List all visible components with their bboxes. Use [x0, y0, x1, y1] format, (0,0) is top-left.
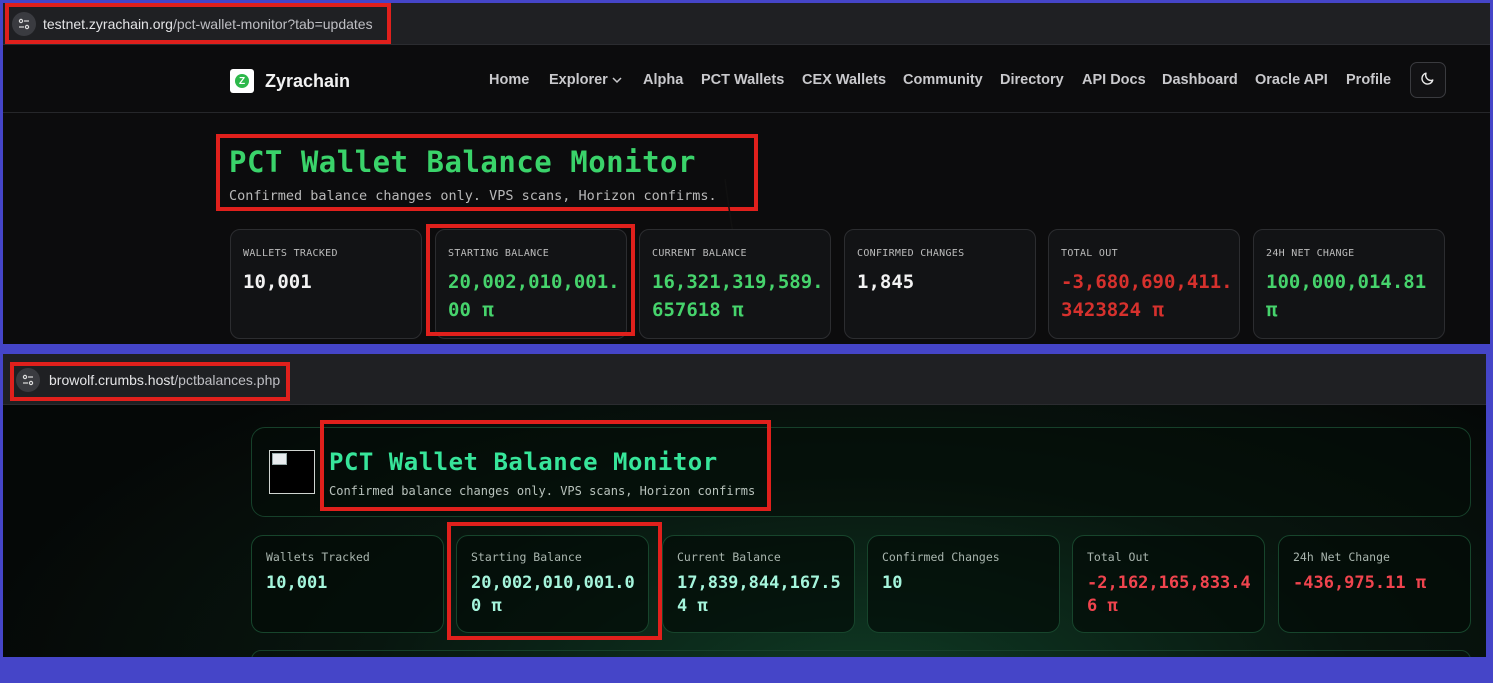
- nav-community[interactable]: Community: [903, 70, 983, 90]
- stat-card-wallets-tracked: Wallets Tracked 10,001: [251, 535, 444, 633]
- next-section-card: [251, 650, 1471, 657]
- stat-value: 10,001: [243, 271, 312, 293]
- stat-card-current-balance: CURRENT BALANCE 16,321,319,589.657618 π: [639, 229, 831, 339]
- stat-label: WALLETS TRACKED: [243, 248, 338, 259]
- nav-cex-wallets[interactable]: CEX Wallets: [802, 70, 886, 90]
- nav-home[interactable]: Home: [489, 70, 529, 90]
- title-highlight-box: [216, 134, 758, 211]
- nav-oracle-api[interactable]: Oracle API: [1255, 70, 1328, 90]
- stat-label: CONFIRMED CHANGES: [857, 248, 965, 259]
- stat-label: Total Out: [1087, 550, 1150, 564]
- nav-alpha[interactable]: Alpha: [643, 70, 683, 90]
- nav-explorer-label: Explorer: [549, 72, 608, 88]
- stat-label: 24h Net Change: [1293, 550, 1390, 564]
- stat-value: -2,162,165,833.46 π: [1087, 573, 1251, 616]
- nav-explorer[interactable]: Explorer: [549, 70, 622, 90]
- chevron-down-icon: [612, 72, 622, 88]
- stat-value: -436,975.11 π: [1293, 573, 1427, 593]
- url-highlight-box: [10, 362, 290, 401]
- nav-directory[interactable]: Directory: [1000, 70, 1064, 90]
- stat-value: 100,000,014.81 π: [1266, 271, 1427, 321]
- stat-card-wallets-tracked: WALLETS TRACKED 10,001: [230, 229, 422, 339]
- stat-value: -3,680,690,411.3423824 π: [1061, 271, 1233, 321]
- brand-name[interactable]: Zyrachain: [265, 69, 350, 93]
- nav-profile[interactable]: Profile: [1346, 70, 1391, 90]
- browser-address-bar: browolf.crumbs.host/pctbalances.php: [3, 354, 1486, 405]
- stat-value: 16,321,319,589.657618 π: [652, 271, 824, 321]
- title-highlight-box: [320, 420, 771, 511]
- nav-pct-wallets[interactable]: PCT Wallets: [701, 70, 784, 90]
- stat-card-total-out: Total Out -2,162,165,833.46 π: [1072, 535, 1265, 633]
- starting-balance-highlight-box: [447, 522, 662, 640]
- stat-card-confirmed-changes: CONFIRMED CHANGES 1,845: [844, 229, 1036, 339]
- broken-image-icon: [269, 450, 315, 494]
- browser-address-bar: testnet.zyrachain.org/pct-wallet-monitor…: [3, 3, 1490, 45]
- stat-label: Confirmed Changes: [882, 550, 1000, 564]
- nav-api-docs[interactable]: API Docs: [1082, 70, 1146, 90]
- zyrachain-logo[interactable]: Z: [230, 69, 254, 93]
- stat-label: 24H NET CHANGE: [1266, 248, 1355, 259]
- stat-card-current-balance: Current Balance 17,839,844,167.54 π: [662, 535, 855, 633]
- url-highlight-box: [5, 3, 391, 44]
- moon-icon: [1420, 70, 1436, 91]
- stat-value: 1,845: [857, 271, 915, 293]
- zyrachain-screenshot: testnet.zyrachain.org/pct-wallet-monitor…: [3, 3, 1490, 344]
- starting-balance-highlight-box: [426, 224, 635, 336]
- stat-card-24h-net-change: 24H NET CHANGE 100,000,014.81 π: [1253, 229, 1445, 339]
- stat-label: Wallets Tracked: [266, 550, 370, 564]
- theme-toggle-button[interactable]: [1410, 62, 1446, 98]
- stat-value: 10,001: [266, 573, 328, 593]
- nav-dashboard[interactable]: Dashboard: [1162, 70, 1238, 90]
- stat-card-total-out: TOTAL OUT -3,680,690,411.3423824 π: [1048, 229, 1240, 339]
- stat-card-24h-net-change: 24h Net Change -436,975.11 π: [1278, 535, 1471, 633]
- stat-label: Current Balance: [677, 550, 781, 564]
- stat-label: TOTAL OUT: [1061, 248, 1118, 259]
- stat-label: CURRENT BALANCE: [652, 248, 747, 259]
- browolf-screenshot: browolf.crumbs.host/pctbalances.php PCT …: [3, 354, 1486, 657]
- stat-value: 17,839,844,167.54 π: [677, 573, 841, 616]
- stat-value: 10: [882, 573, 903, 593]
- stat-card-confirmed-changes: Confirmed Changes 10: [867, 535, 1060, 633]
